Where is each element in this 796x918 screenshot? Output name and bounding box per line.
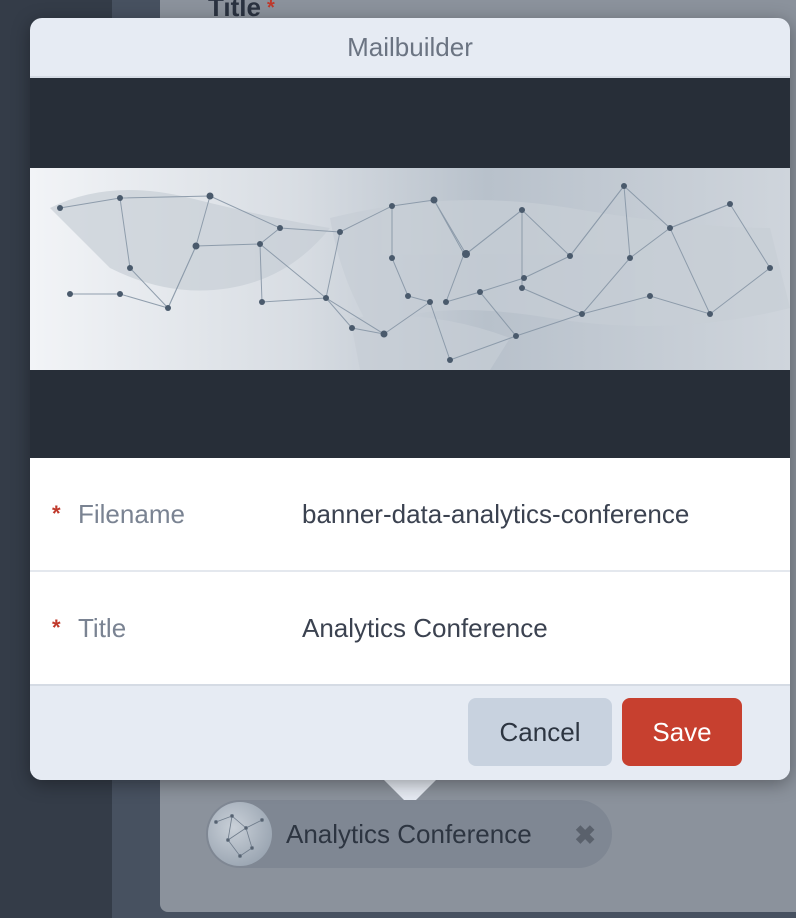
mailbuilder-modal: Mailbuilder * Filename banner-data-analy… — [30, 18, 790, 780]
modal-footer: Cancel Save — [30, 684, 790, 780]
filename-input[interactable] — [302, 498, 742, 530]
image-thumbnail — [208, 802, 272, 866]
title-input[interactable] — [302, 612, 742, 644]
title-row: * Title — [30, 572, 790, 684]
filename-label: Filename — [78, 498, 185, 529]
title-label: Title — [78, 612, 127, 643]
required-indicator: * — [52, 501, 61, 526]
selected-image-chip[interactable]: Analytics Conference ✖ — [206, 800, 612, 868]
modal-title: Mailbuilder — [30, 18, 790, 78]
required-indicator: * — [266, 0, 275, 19]
banner-image — [30, 168, 790, 370]
cancel-button[interactable]: Cancel — [468, 698, 612, 766]
required-indicator: * — [52, 615, 61, 640]
close-icon[interactable]: ✖ — [574, 820, 596, 851]
image-details-form: * Filename * Title — [30, 458, 790, 684]
save-button[interactable]: Save — [622, 698, 742, 766]
image-preview — [30, 78, 790, 458]
chip-label: Analytics Conference — [286, 818, 532, 849]
filename-row: * Filename — [30, 458, 790, 572]
